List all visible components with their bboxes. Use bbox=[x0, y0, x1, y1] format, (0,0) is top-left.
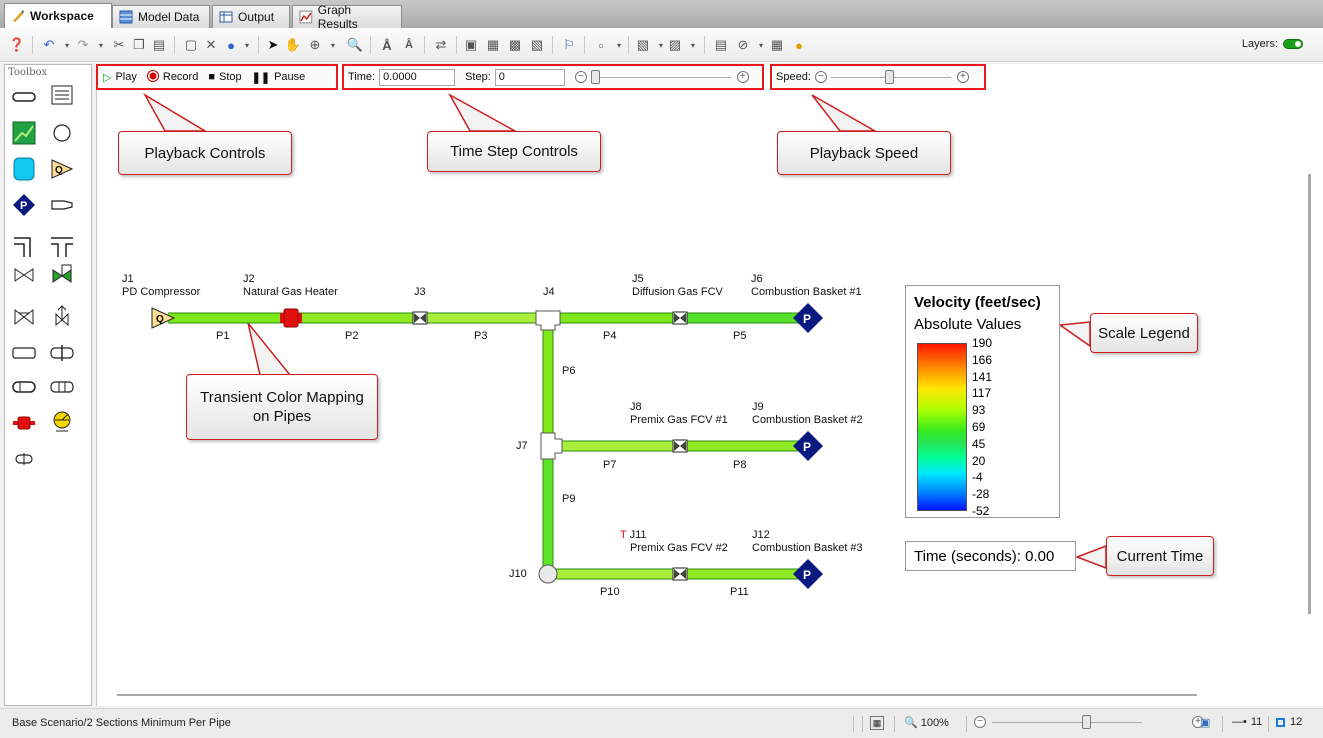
pipe-p3-label: P3 bbox=[474, 330, 488, 342]
junction-j4-tee-icon bbox=[535, 310, 561, 331]
junction-j9-pressure-icon: P bbox=[793, 431, 823, 461]
transient-color-callout: Transient Color Mapping on Pipes bbox=[186, 374, 378, 440]
legend-tick-label: 190 bbox=[972, 336, 993, 350]
scale-legend[interactable]: Velocity (feet/sec) Absolute Values 190 1… bbox=[905, 285, 1060, 518]
junction-j8-label: J8 Premix Gas FCV #1 bbox=[630, 401, 728, 426]
legend-callout-pointer bbox=[1057, 321, 1091, 348]
junction-j2-heater-icon bbox=[280, 308, 302, 328]
junction-j3-label: J3 bbox=[414, 286, 426, 298]
zoom-slider-thumb[interactable] bbox=[1082, 714, 1091, 729]
junction-j5-label: J5 Diffusion Gas FCV bbox=[632, 273, 723, 298]
zoom-magnifier-icon: 🔍 bbox=[904, 717, 918, 729]
pipe-p9-label: P9 bbox=[562, 493, 576, 505]
legend-subtitle: Absolute Values bbox=[914, 316, 1022, 333]
junction-j6-pressure-icon: P bbox=[793, 303, 823, 333]
junction-j1-label: J1 PD Compressor bbox=[122, 273, 201, 298]
pipe-p11-label: P11 bbox=[730, 586, 749, 598]
legend-tick-label: 166 bbox=[972, 352, 993, 367]
time-callout-pointer bbox=[1074, 544, 1107, 570]
status-bar: Base Scenario/2 Sections Minimum Per Pip… bbox=[0, 708, 1323, 738]
pipe-p7-label: P7 bbox=[603, 459, 617, 471]
pipe-p5-label: P5 bbox=[733, 330, 747, 342]
playback-callout-pointer bbox=[142, 92, 208, 132]
legend-tick-label: -4 bbox=[972, 470, 983, 485]
legend-tick-label: 20 bbox=[972, 453, 986, 468]
fit-to-window-button[interactable]: ▦ bbox=[870, 716, 884, 730]
junction-count: 12 bbox=[1276, 716, 1302, 728]
scale-legend-callout: Scale Legend bbox=[1090, 313, 1198, 353]
playback-controls-callout: Playback Controls bbox=[118, 131, 292, 175]
transient-marker: T bbox=[620, 529, 627, 541]
legend-tick-label: 117 bbox=[972, 386, 992, 401]
speed-callout-pointer bbox=[811, 94, 878, 132]
svg-text:P: P bbox=[803, 312, 811, 326]
pipe-count-value: 11 bbox=[1250, 716, 1263, 728]
pipe-p6-label: P6 bbox=[562, 365, 576, 377]
junction-j3-valve-icon bbox=[412, 311, 428, 325]
overview-button[interactable]: ▣ bbox=[1200, 716, 1210, 729]
time-step-controls-callout: Time Step Controls bbox=[427, 131, 601, 172]
zoom-level[interactable]: 🔍 100% bbox=[904, 716, 949, 730]
junction-j1-compressor-icon: Q bbox=[151, 307, 176, 329]
junction-j10-label: J10 bbox=[509, 568, 527, 580]
legend-tick-label: 141 bbox=[972, 369, 993, 384]
pipe-count: —• 11 bbox=[1232, 716, 1262, 728]
legend-color-bar bbox=[917, 343, 967, 511]
legend-title: Velocity (feet/sec) bbox=[914, 294, 1041, 311]
scenario-path: Base Scenario/2 Sections Minimum Per Pip… bbox=[12, 717, 231, 729]
transient-color-line2: on Pipes bbox=[252, 408, 312, 425]
junction-j8-valve-icon bbox=[672, 439, 688, 453]
zoom-slider-group: − + bbox=[974, 714, 1204, 729]
pipe-p1-label: P1 bbox=[216, 330, 230, 342]
junction-j11-valve-icon bbox=[672, 567, 688, 581]
zoom-slider[interactable] bbox=[992, 714, 1142, 729]
pipe-p10-label: P10 bbox=[600, 586, 620, 598]
junction-j9-label: J9 Combustion Basket #2 bbox=[752, 401, 863, 426]
junction-j4-label: J4 bbox=[543, 286, 555, 298]
junction-j6-label: J6 Combustion Basket #1 bbox=[751, 273, 862, 298]
current-time-callout: Current Time bbox=[1106, 536, 1214, 576]
legend-tick-label: 45 bbox=[972, 436, 986, 451]
junction-j12-label: J12 Combustion Basket #3 bbox=[752, 529, 863, 554]
legend-tick-label: 69 bbox=[972, 420, 986, 434]
junction-j11-label: T J11 Premix Gas FCV #2 bbox=[620, 529, 728, 554]
svg-text:Q: Q bbox=[156, 314, 164, 325]
timestep-callout-pointer bbox=[448, 93, 518, 132]
transient-callout-pointer bbox=[247, 322, 292, 376]
junction-j7-label: J7 bbox=[516, 440, 528, 452]
playback-speed-callout: Playback Speed bbox=[777, 131, 951, 175]
transient-color-line1: Transient Color Mapping bbox=[200, 389, 364, 406]
junction-j2-label: J2 Natural Gas Heater bbox=[243, 273, 338, 298]
junction-j10-branch-icon bbox=[538, 564, 558, 584]
network-diagram: Q P P P bbox=[142, 92, 1107, 589]
legend-tick-label: -52 bbox=[972, 504, 990, 518]
zoom-value: 100% bbox=[920, 716, 949, 729]
fit-to-window-icon: ▦ bbox=[870, 716, 884, 730]
current-time-display[interactable]: Time (seconds): 0.00 bbox=[905, 541, 1076, 571]
svg-text:P: P bbox=[803, 568, 811, 582]
pipe-p8-label: P8 bbox=[733, 459, 747, 471]
pipe-p4-label: P4 bbox=[603, 330, 617, 342]
app-window: Workspace Model Data Output Graph Result… bbox=[0, 0, 1323, 738]
zoom-out-button[interactable]: − bbox=[974, 716, 986, 728]
junction-j7-tee-icon bbox=[540, 432, 563, 460]
legend-tick-label: 93 bbox=[972, 403, 986, 418]
junction-count-value: 12 bbox=[1290, 716, 1303, 728]
junction-j5-valve-icon bbox=[672, 311, 688, 325]
overview-icon: ▣ bbox=[1200, 717, 1211, 729]
pipe-count-icon: —• bbox=[1232, 716, 1247, 728]
legend-tick-label: -28 bbox=[972, 487, 990, 502]
junction-j12-pressure-icon: P bbox=[793, 559, 823, 589]
pipe-p2-label: P2 bbox=[345, 330, 359, 342]
junction-count-icon bbox=[1276, 717, 1285, 727]
svg-text:P: P bbox=[803, 440, 811, 454]
